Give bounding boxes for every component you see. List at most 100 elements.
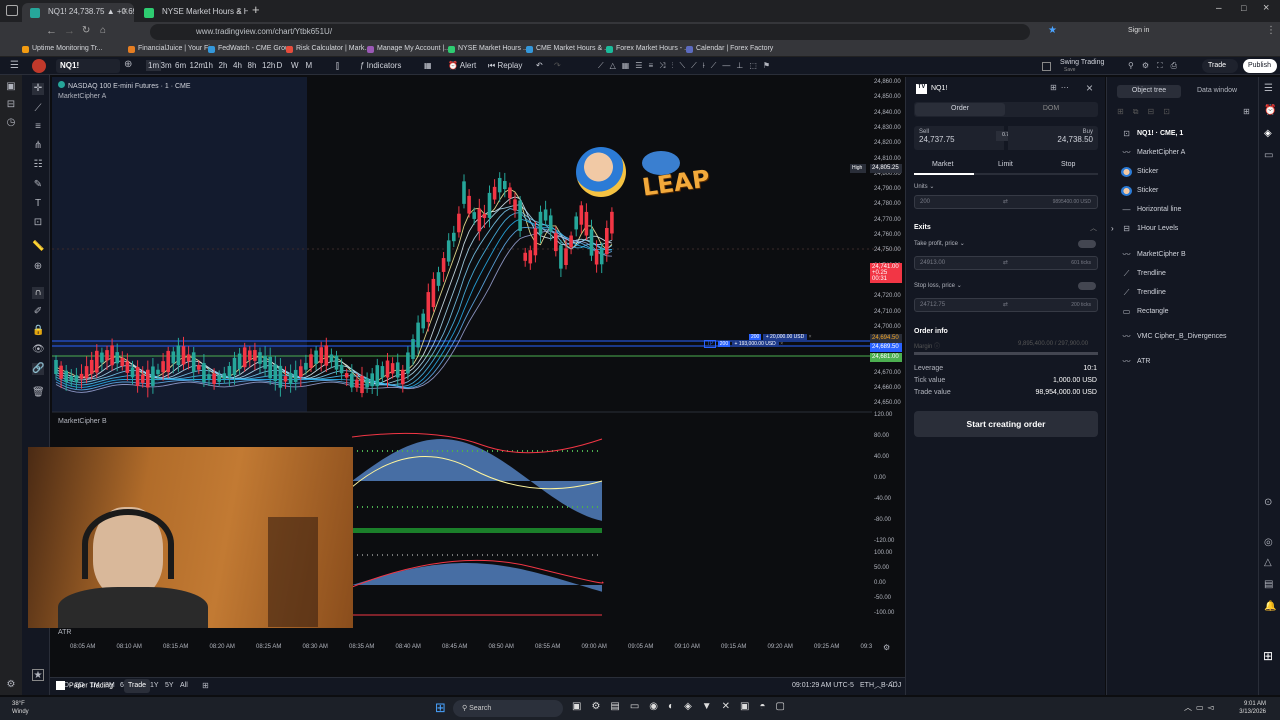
help-icon[interactable]: ⊙ — [1264, 497, 1272, 508]
weather-widget[interactable]: 38°F Windy — [12, 700, 29, 716]
tp-input[interactable]: 24913.00 ⇄ 601 ticks — [914, 256, 1098, 270]
interval-M[interactable]: M — [306, 61, 313, 70]
interval-4h[interactable]: 4h — [233, 61, 242, 70]
start-order-button[interactable]: Start creating order — [914, 411, 1098, 437]
eye-icon[interactable]: 👁 — [32, 344, 45, 356]
collapse-icon[interactable]: ︿ — [874, 680, 882, 691]
units-input[interactable]: 200 ⇄ 9895400.00 USD — [914, 195, 1098, 209]
interval-1h[interactable]: 1h — [204, 61, 213, 70]
system-tray-icons[interactable]: ︿▭◅ — [1184, 702, 1218, 713]
range-All[interactable]: All — [180, 682, 188, 689]
alert-button[interactable]: ⏰ Alert — [448, 61, 476, 70]
tab-nyse[interactable]: NYSE Market Hours & Holiday × — [136, 3, 248, 22]
publish-button[interactable]: Publish — [1243, 59, 1277, 73]
text-icon[interactable]: T — [32, 198, 44, 210]
indicator-a-label[interactable]: MarketCipher A — [58, 93, 106, 100]
maximize-panel-icon[interactable]: ⛶ — [891, 680, 897, 690]
target-icon[interactable]: ◎ — [1264, 537, 1273, 548]
windows-start-icon[interactable]: ⊞ — [435, 700, 446, 716]
interval-3m[interactable]: 3m — [161, 61, 172, 70]
layout-checkbox[interactable] — [1042, 62, 1051, 71]
zoom-icon[interactable]: ⊕ — [32, 261, 44, 273]
sticker-face[interactable] — [576, 147, 626, 197]
fib-icon[interactable]: ☷ — [32, 159, 44, 171]
object-tree-icon[interactable]: ◈ — [1264, 128, 1272, 139]
tree-item[interactable]: MarketCipher B — [1137, 251, 1186, 258]
search-box[interactable]: ⚲ Search — [453, 700, 563, 717]
hline-icon[interactable]: ≡ — [32, 121, 44, 133]
buy-button[interactable]: Buy 24,738.50 — [1008, 126, 1098, 150]
menu-icon[interactable]: ⋮ — [1266, 25, 1276, 36]
clock[interactable]: 9:01 AM 3/13/2026 — [1228, 700, 1266, 716]
object-tree-toggle-icon[interactable]: ★ — [32, 669, 44, 681]
undo-icon[interactable]: ↶ — [536, 61, 543, 70]
pitchfork-icon[interactable]: ⋔ — [32, 140, 44, 152]
menu-icon[interactable]: ☰ — [10, 60, 19, 71]
chevron-up-icon[interactable]: ︿ — [1090, 223, 1097, 233]
close-icon[interactable]: × — [809, 334, 812, 340]
bookmark-item[interactable]: Risk Calculator | Mark... — [286, 45, 370, 53]
link-icon[interactable]: 🔗 — [32, 363, 44, 375]
clock[interactable]: 09:01:29 AM UTC-5 — [792, 682, 854, 689]
minimize-icon[interactable]: – — [1216, 3, 1222, 14]
apps-icon[interactable]: ⊞ — [1263, 649, 1273, 663]
add-symbol-icon[interactable]: ⊕ — [124, 59, 132, 70]
url-field[interactable]: www.tradingview.com/chart/Ytbk651U/ — [150, 24, 1030, 40]
bookmark-item[interactable]: Calendar | Forex Factory — [686, 45, 773, 53]
notifications-icon[interactable]: △ — [1264, 557, 1272, 568]
indicator-b-label[interactable]: MarketCipher B — [58, 418, 107, 425]
close-icon[interactable]: × — [122, 6, 128, 17]
close-icon[interactable]: × — [236, 6, 242, 17]
close-icon[interactable]: × — [780, 341, 783, 347]
tp-toggle[interactable] — [1078, 240, 1096, 248]
order-panel-icons[interactable]: ⊞⋯ — [1050, 83, 1073, 92]
alerts-icon[interactable]: ⏰ — [1264, 105, 1276, 116]
drawing-tools-icons[interactable]: ⟋△▦☰≡⤨⫶⟍⟋⟊⟋—⊥⬚⚑ — [598, 61, 776, 71]
brush-icon[interactable]: ✎ — [32, 179, 44, 191]
tab-dom[interactable]: DOM — [1006, 103, 1096, 116]
interval-8h[interactable]: 8h — [248, 61, 257, 70]
order-type-limit[interactable]: Limit — [998, 161, 1013, 168]
tree-item[interactable]: Sticker — [1137, 187, 1158, 194]
session-button[interactable]: ETH — [860, 682, 874, 689]
tree-item[interactable]: Horizontal line — [1137, 206, 1181, 213]
layout-save[interactable]: Save — [1064, 67, 1075, 73]
chat-icon[interactable]: ▭ — [1264, 150, 1273, 161]
interval-12h[interactable]: 12h — [262, 61, 275, 70]
settings-icon[interactable]: ⚙ — [5, 679, 17, 691]
order-type-stop[interactable]: Stop — [1061, 161, 1075, 168]
patterns-icon[interactable]: ⊡ — [32, 217, 44, 229]
tab-data-window[interactable]: Data window — [1185, 85, 1249, 98]
layout-name[interactable]: Swing Trading — [1060, 59, 1104, 66]
lock-icon[interactable]: 🔒 — [32, 325, 44, 337]
back-icon[interactable]: ← — [46, 25, 57, 37]
tree-more-icon[interactable]: ⊞ — [1243, 107, 1250, 116]
redo-icon[interactable]: ↷ — [554, 61, 561, 70]
sl-order-line[interactable]: TP 200 + 193,000.00 USD × — [704, 340, 783, 348]
chevron-right-icon[interactable]: › — [1111, 224, 1114, 233]
price-axis[interactable]: 24,860.00 24,850.00 24,840.00 24,830.00 24,8… — [850, 77, 904, 655]
tab-order[interactable]: Order — [915, 103, 1005, 116]
bookmark-item[interactable]: Manage My Account |... — [367, 45, 450, 53]
paper-trading-tab[interactable]: Paper Trading — [56, 681, 113, 690]
bookmark-item[interactable]: Uptime Monitoring Tr... — [22, 45, 102, 53]
magnet-icon[interactable]: ∩ — [32, 287, 44, 299]
bookmark-item[interactable]: CME Market Hours & ... — [526, 45, 610, 53]
tree-item[interactable]: ATR — [1137, 358, 1150, 365]
interval-W[interactable]: W — [291, 61, 299, 70]
maximize-icon[interactable]: □ — [1241, 3, 1246, 13]
tp-order-line[interactable]: 200 + 20,000.00 USD × — [749, 334, 812, 340]
forward-icon[interactable]: → — [64, 25, 75, 37]
tab-object-tree[interactable]: Object tree — [1117, 85, 1181, 98]
tree-item[interactable]: MarketCipher A — [1137, 149, 1185, 156]
sell-button[interactable]: Sell 24,737.75 — [914, 126, 1004, 150]
date-range-icon[interactable]: ⊞ — [202, 681, 209, 690]
interval-12m[interactable]: 12m — [190, 61, 206, 70]
home-icon[interactable]: ⌂ — [100, 25, 106, 36]
pinned-apps-icons[interactable]: ▣⚙▤▭◉◐◈▼✕▣◓▢ — [572, 701, 795, 712]
close-icon[interactable]: × — [1086, 81, 1093, 95]
browser-tabs-icon[interactable]: ▣ — [5, 81, 17, 93]
bookmark-item[interactable]: Forex Market Hours - ... — [606, 45, 690, 53]
browser-collections-icon[interactable]: ⊟ — [5, 99, 17, 111]
trade-button[interactable]: Trade — [1202, 59, 1238, 73]
